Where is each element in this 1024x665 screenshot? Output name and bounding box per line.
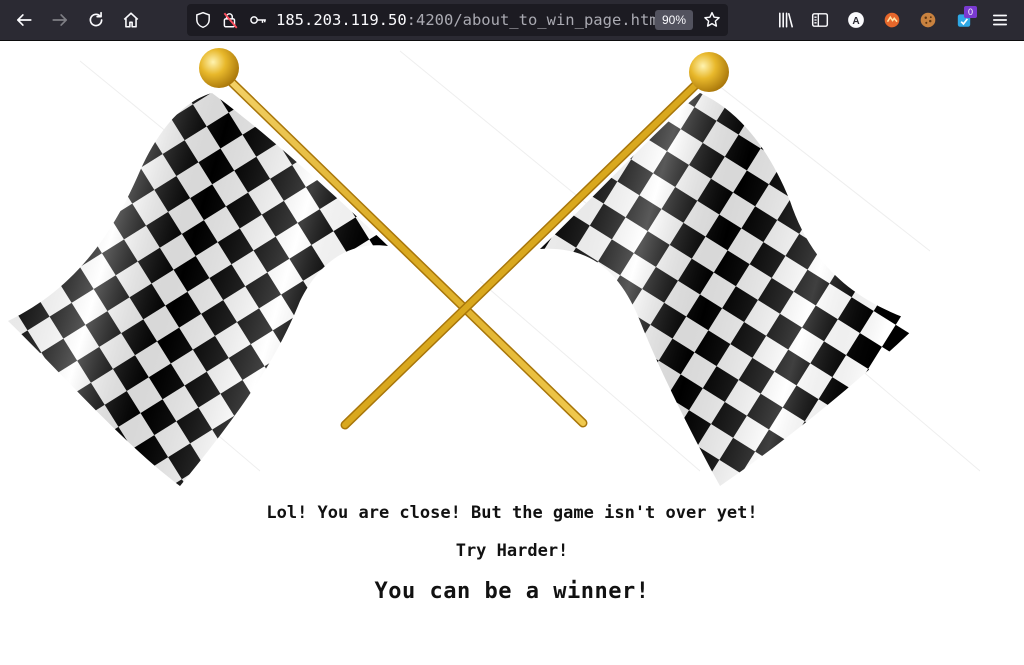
url-bar[interactable]: 185.203.119.50:4200/about_to_win_page.ht…	[187, 4, 728, 36]
forward-icon[interactable]	[46, 6, 74, 34]
reload-icon[interactable]	[82, 6, 110, 34]
url-text[interactable]: 185.203.119.50:4200/about_to_win_page.ht…	[276, 10, 656, 30]
winner-heading: You can be a winner!	[374, 579, 650, 604]
key-icon[interactable]	[249, 11, 267, 29]
back-icon[interactable]	[10, 6, 38, 34]
page-content: Lol! You are close! But the game isn't o…	[0, 41, 1024, 665]
url-host: 185.203.119.50	[276, 11, 407, 29]
sidebar-icon[interactable]	[806, 6, 834, 34]
try-harder-message: Try Harder!	[455, 541, 569, 561]
bookmark-star-icon[interactable]	[703, 11, 721, 29]
close-message: Lol! You are close! But the game isn't o…	[266, 503, 758, 523]
extension-icon[interactable]	[878, 6, 906, 34]
account-icon[interactable]: A	[842, 6, 870, 34]
library-icon[interactable]	[772, 6, 800, 34]
svg-text:A: A	[852, 16, 860, 27]
zoom-level-badge[interactable]: 90%	[655, 10, 693, 30]
shield-icon[interactable]	[194, 11, 212, 29]
menu-icon[interactable]	[986, 6, 1014, 34]
url-path: :4200/about_to_win_page.htm	[406, 11, 656, 29]
crossed-checkered-flags-image	[8, 48, 981, 486]
cookie-icon[interactable]	[914, 6, 942, 34]
browser-toolbar: 185.203.119.50:4200/about_to_win_page.ht…	[0, 0, 1024, 41]
lock-warning-icon[interactable]	[221, 11, 239, 29]
home-icon[interactable]	[117, 6, 145, 34]
extension-badge: 0	[964, 6, 977, 18]
